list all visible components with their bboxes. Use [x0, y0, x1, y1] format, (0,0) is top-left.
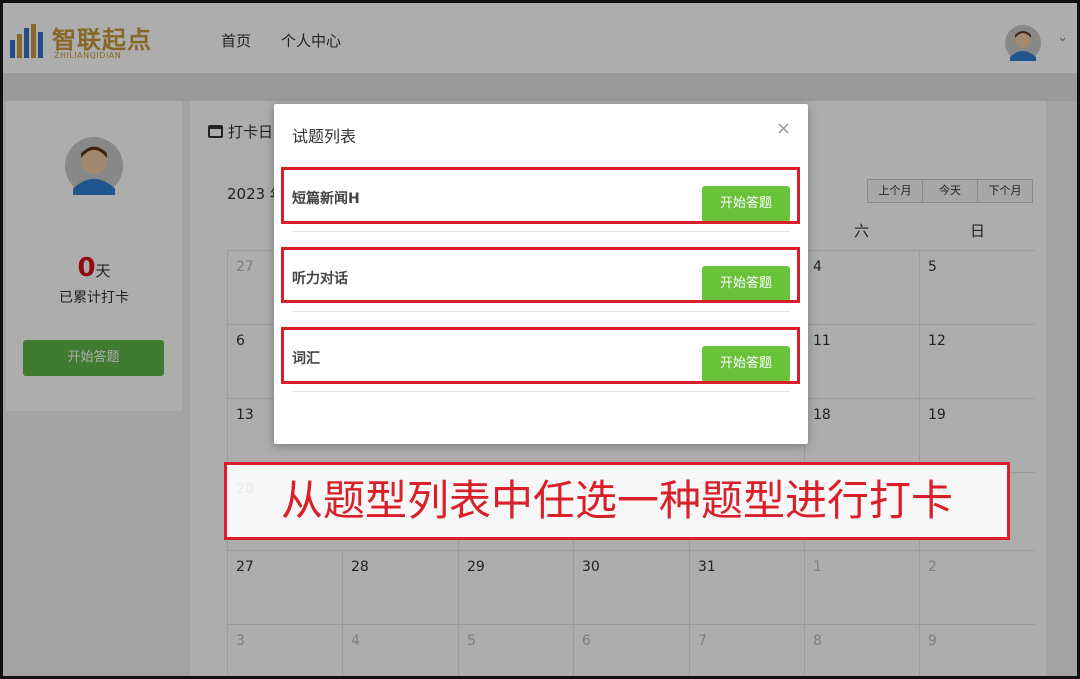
question-item: 短篇新闻H 开始答题: [292, 176, 790, 232]
instruction-annotation: 从题型列表中任选一种题型进行打卡: [224, 462, 1010, 540]
question-item: 听力对话 开始答题: [292, 256, 790, 312]
question-list-modal: 试题列表 × 短篇新闻H 开始答题 听力对话 开始答题 词汇 开始答题: [274, 104, 808, 444]
start-answer-button[interactable]: 开始答题: [702, 186, 790, 222]
question-item-name: 听力对话: [292, 271, 348, 287]
start-answer-button[interactable]: 开始答题: [702, 346, 790, 382]
question-item-name: 词汇: [292, 351, 320, 367]
question-item: 词汇 开始答题: [292, 336, 790, 392]
modal-title: 试题列表: [292, 127, 357, 146]
question-item-name: 短篇新闻H: [292, 191, 360, 207]
close-icon[interactable]: ×: [776, 120, 791, 138]
start-answer-button[interactable]: 开始答题: [702, 266, 790, 302]
